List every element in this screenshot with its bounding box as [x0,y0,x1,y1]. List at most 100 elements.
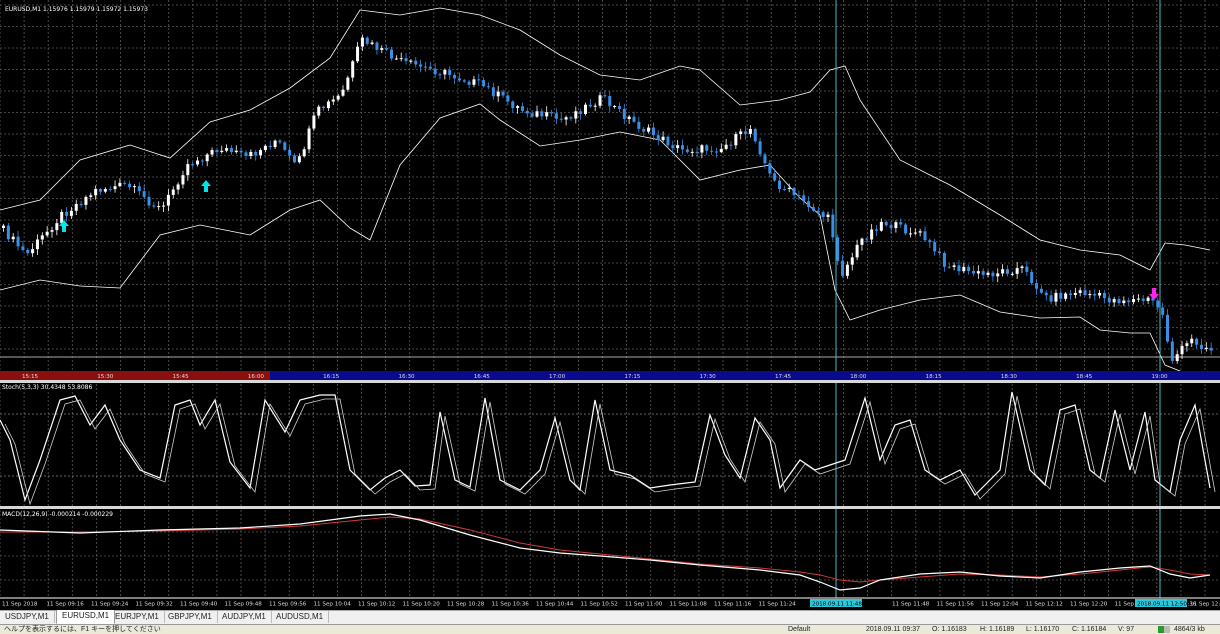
tab-gbpjpy[interactable]: GBPJPY,M1 [163,611,218,623]
candle-body [598,95,602,106]
candle-body [879,221,883,231]
time-axis: 11 Sep 2018 11 Sep 09:16 11 Sep 09:24 11 Se… [2,602,1220,608]
candle-body [176,184,180,190]
candle-body [157,206,161,208]
candle-body [569,117,573,119]
pane-separator [0,506,1220,509]
candle-body [748,128,752,134]
candle-body [1035,283,1039,289]
chart-tabs: USDJPY,M1 EURUSD,M1 EURJPY,M1 GBPJPY,M1 … [0,610,1220,624]
candle-body [491,87,495,97]
candle-body [525,110,529,114]
candle-body [579,111,583,114]
candle-body [322,106,326,109]
candle-body [6,225,10,240]
time-axis-label: 11 Sep 10:04 [314,602,352,608]
band-upper [0,7,1211,271]
candle-body [487,86,490,88]
tab-usdjpy[interactable]: USDJPY,M1 [0,611,55,623]
candle-body [870,229,874,240]
candle-body [263,145,267,151]
candle-body [1175,354,1179,361]
candle-body [792,187,796,196]
candle-body [1001,269,1005,274]
candle-body [108,189,112,191]
candle-body [225,148,229,151]
candle-body [758,141,762,155]
time-axis-label: 11 Sep 09:40 [180,602,218,608]
candle-body [234,150,238,153]
candle-body [302,149,306,157]
candle-body [239,150,243,153]
candle-body [50,230,54,232]
candle-body [1112,299,1116,303]
candle-body [588,104,592,107]
candle-body [2,225,5,228]
candle-body [559,118,563,120]
up-arrow-icon [201,180,211,192]
candle-body [113,186,117,190]
candle-body [40,235,44,240]
upper-time-label: 17:30 [700,374,717,380]
candle-body [938,251,942,254]
upper-time-label: 16:30 [398,374,415,380]
candle-body [307,128,311,150]
upper-time-label: 16:00 [248,374,265,380]
chart-window[interactable]: 15:15 15:30 15:45 16:00 16:15 16:30 16:45 17:00… [0,0,1220,610]
tab-eurusd[interactable]: EURUSD,M1 [56,610,116,624]
tab-audusd[interactable]: AUDUSD,M1 [271,611,330,623]
candle-body [428,66,432,69]
candle-body [608,96,612,107]
upper-time-label: 15:30 [97,374,114,380]
stochastic-lines [0,391,1216,506]
candle-body [283,142,287,150]
candle-body [1059,292,1063,299]
candle-body [123,182,127,184]
macd-grid [0,510,1220,598]
time-axis-label: 11 Sep 11:08 [670,602,708,608]
candle-body [1204,347,1208,349]
candle-body [622,108,626,120]
candle-body [865,238,869,240]
candle-body [128,183,132,188]
candle-body [967,266,971,272]
candle-body [603,95,607,97]
candle-body [21,246,25,250]
upper-time-label: 18:30 [1001,374,1018,380]
candle-body [1030,271,1034,284]
candle-body [656,135,660,141]
candle-body [705,145,709,151]
candle-body [821,212,825,218]
candle-body [661,136,665,141]
candle-body [690,151,694,153]
candle-body [166,194,170,206]
candle-body [782,189,786,191]
tab-eurjpy[interactable]: EURJPY,M1 [110,611,165,623]
candle-body [860,238,864,245]
tab-audjpy[interactable]: AUDJPY,M1 [217,611,272,623]
candle-body [273,140,277,148]
candle-body [259,150,263,156]
candle-body [1039,288,1043,293]
candle-body [773,173,777,181]
candle-body [996,273,1000,277]
candle-body [695,151,699,153]
candle-body [535,111,539,117]
candle-body [409,60,413,62]
candle-body [845,264,849,276]
candle-body [317,106,321,116]
candle-body [710,150,714,152]
candle-body [336,95,340,100]
chart-canvas[interactable]: 15:15 15:30 15:45 16:00 16:15 16:30 16:45 17:00… [0,0,1220,610]
candle-body [1117,299,1121,304]
candle-body [65,211,69,216]
candle-body [530,113,534,117]
candle-body [942,253,946,267]
candle-body [836,237,840,261]
candle-body [1132,299,1136,303]
candle-body [399,58,403,60]
candle-body [1044,292,1048,296]
upper-time-label: 17:45 [775,374,792,380]
candle-body [593,105,597,107]
candle-body [1146,297,1150,301]
